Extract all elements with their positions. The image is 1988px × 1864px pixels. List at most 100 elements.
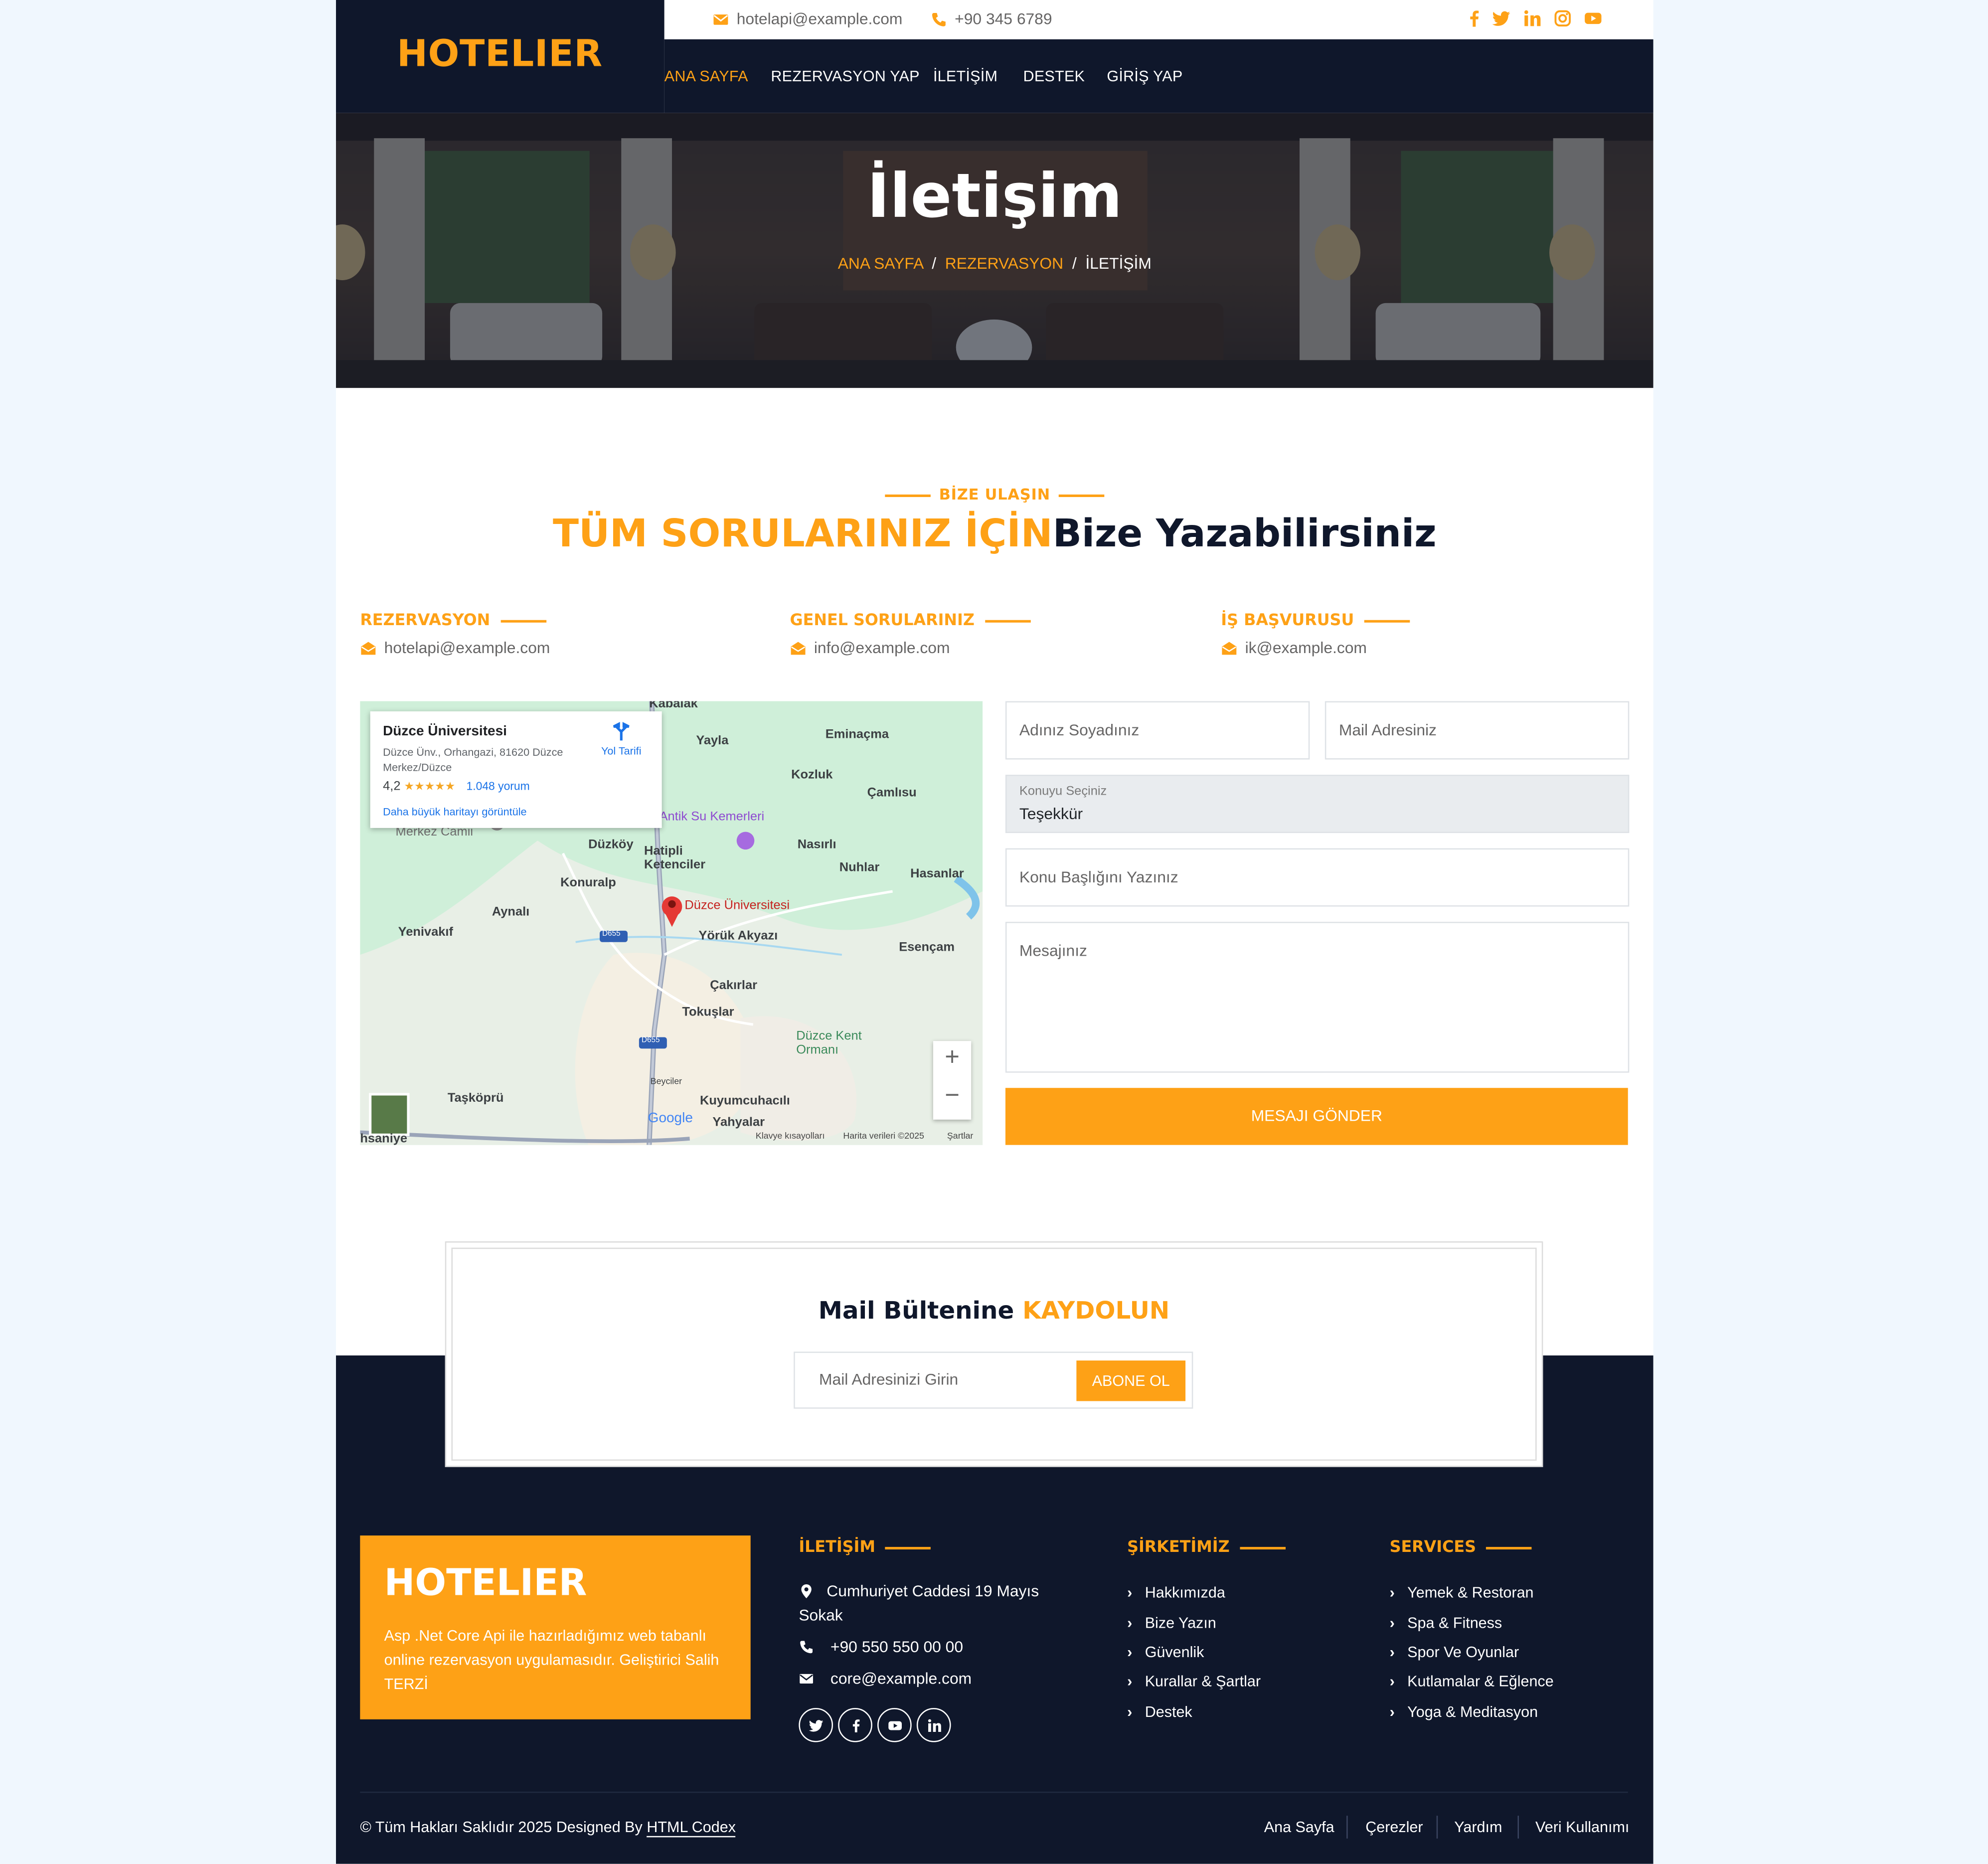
footer-brand-logo[interactable]: HOTELIER bbox=[384, 1561, 587, 1604]
bottom-link-help[interactable]: Yardım bbox=[1454, 1818, 1502, 1836]
name-field-placeholder: Adınız Soyadınız bbox=[1019, 721, 1140, 739]
footer-youtube-button[interactable] bbox=[877, 1707, 912, 1742]
phone-icon bbox=[932, 12, 946, 26]
nav-contact[interactable]: İLETİŞİM bbox=[933, 67, 997, 85]
map-reviews-link[interactable]: 1.048 yorum bbox=[466, 780, 529, 792]
footer-company-link[interactable]: › Bize Yazın bbox=[1127, 1614, 1216, 1632]
footer-company-link[interactable]: › Destek bbox=[1127, 1703, 1192, 1721]
top-email[interactable]: hotelapi@example.com bbox=[712, 10, 902, 28]
map-label: Esençam bbox=[899, 941, 955, 955]
map-keyboard-shortcuts[interactable]: Klavye kısayolları bbox=[756, 1132, 825, 1141]
newsletter-email-input[interactable]: Mail Adresinizi Girin bbox=[819, 1370, 958, 1388]
main-nav: ANA SAYFA REZERVASYON YAP İLETİŞİM DESTE… bbox=[664, 39, 1654, 113]
page-title: İletişim bbox=[867, 161, 1123, 232]
map-data-credit: Harita verileri ©2025 bbox=[843, 1132, 924, 1142]
top-phone[interactable]: +90 345 6789 bbox=[931, 10, 1052, 28]
contact-col-reservation-email[interactable]: hotelapi@example.com bbox=[360, 639, 550, 657]
map-terms-link[interactable]: Şartlar bbox=[947, 1132, 973, 1141]
send-message-button[interactable]: MESAJI GÖNDER bbox=[1005, 1088, 1628, 1145]
linkedin-icon[interactable] bbox=[1523, 9, 1542, 28]
map-label: Nuhlar bbox=[839, 860, 880, 875]
breadcrumb: ANA SAYFA / REZERVASYON / İLETİŞİM bbox=[336, 255, 1654, 273]
youtube-icon[interactable] bbox=[1584, 9, 1603, 28]
section-eyebrow: BİZE ULAŞIN bbox=[336, 486, 1654, 504]
footer-services-heading: SERVICES bbox=[1390, 1537, 1532, 1556]
contact-col-general-email[interactable]: info@example.com bbox=[790, 639, 950, 657]
envelope-open-icon bbox=[361, 641, 376, 655]
map-label: Taşköprü bbox=[447, 1091, 504, 1106]
footer-facebook-button[interactable] bbox=[838, 1707, 872, 1742]
map-label: hsaniye bbox=[360, 1132, 408, 1145]
footer-service-link[interactable]: › Yemek & Restoran bbox=[1390, 1584, 1534, 1602]
zoom-out-button[interactable]: − bbox=[933, 1082, 971, 1111]
twitter-icon[interactable] bbox=[1492, 9, 1511, 28]
youtube-icon bbox=[888, 1720, 901, 1730]
footer-service-link[interactable]: › Spor Ve Oyunlar bbox=[1390, 1643, 1519, 1661]
bottom-link-data-usage[interactable]: Veri Kullanımı bbox=[1535, 1818, 1629, 1836]
map-place-card: Düzce Üniversitesi Düzce Ünv., Orhangazi… bbox=[370, 711, 662, 828]
instagram-icon[interactable] bbox=[1553, 9, 1572, 28]
bottom-link-cookies[interactable]: Çerezler bbox=[1365, 1818, 1423, 1836]
footer-twitter-button[interactable] bbox=[799, 1707, 833, 1742]
google-logo: Google bbox=[648, 1111, 693, 1126]
copyright-link[interactable]: HTML Codex bbox=[647, 1818, 736, 1838]
footer-company-link[interactable]: › Hakkımızda bbox=[1127, 1584, 1225, 1602]
contact-email-text: hotelapi@example.com bbox=[384, 639, 550, 657]
name-field[interactable]: Adınız Soyadınız bbox=[1005, 701, 1310, 760]
nav-home[interactable]: ANA SAYFA bbox=[664, 67, 748, 85]
subject-select[interactable]: Konuyu Seçiniz Teşekkür bbox=[1005, 775, 1630, 834]
breadcrumb-home[interactable]: ANA SAYFA bbox=[838, 255, 923, 273]
contact-col-label: REZERVASYON bbox=[360, 610, 491, 629]
chevron-right-icon: › bbox=[1127, 1672, 1133, 1691]
map-label: Hatipli Ketenciler bbox=[644, 844, 706, 872]
footer-email[interactable]: core@example.com bbox=[799, 1668, 1078, 1692]
bottom-link-separator bbox=[1346, 1816, 1348, 1839]
footer-service-link[interactable]: › Yoga & Meditasyon bbox=[1390, 1703, 1538, 1721]
facebook-icon[interactable] bbox=[1465, 9, 1484, 28]
footer-link-text: Güvenlik bbox=[1145, 1643, 1204, 1661]
map-directions-button[interactable]: Yol Tarifi bbox=[596, 721, 647, 757]
footer-link-text: Bize Yazın bbox=[1145, 1614, 1216, 1632]
brand-logo[interactable]: HOTELIER bbox=[397, 32, 603, 75]
email-field[interactable]: Mail Adresiniz bbox=[1325, 701, 1630, 760]
footer-link-text: Yemek & Restoran bbox=[1407, 1583, 1534, 1602]
map-label: Düzce Kent Ormanı bbox=[796, 1029, 862, 1058]
message-textarea[interactable]: Mesajınız bbox=[1005, 922, 1630, 1073]
breadcrumb-reservation[interactable]: REZERVASYON bbox=[945, 255, 1063, 273]
linkedin-icon bbox=[927, 1718, 941, 1731]
subject-title-field[interactable]: Konu Başlığını Yazınız bbox=[1005, 848, 1630, 907]
footer-linkedin-button[interactable] bbox=[916, 1707, 951, 1742]
nav-login[interactable]: GİRİŞ YAP bbox=[1107, 67, 1182, 85]
nav-reservation[interactable]: REZERVASYON YAP bbox=[771, 67, 919, 85]
subscribe-button[interactable]: ABONE OL bbox=[1076, 1360, 1186, 1401]
chevron-right-icon: › bbox=[1389, 1672, 1395, 1691]
envelope-icon bbox=[800, 1674, 813, 1684]
map-label: Nasırlı bbox=[797, 838, 836, 852]
map-marker-label[interactable]: Düzce Üniversitesi bbox=[684, 899, 790, 913]
chevron-right-icon: › bbox=[1389, 1643, 1395, 1661]
facebook-icon bbox=[852, 1718, 859, 1732]
map-label: Yayla bbox=[696, 734, 729, 748]
contact-col-label: GENEL SORULARINIZ bbox=[790, 610, 975, 629]
message-placeholder: Mesajınız bbox=[1019, 942, 1087, 960]
map-larger-link[interactable]: Daha büyük haritayı görüntüle bbox=[383, 805, 526, 818]
map-directions-label: Yol Tarifi bbox=[601, 744, 642, 757]
directions-icon bbox=[613, 722, 630, 741]
google-map-embed[interactable]: Kabalak Yayla Eminaçma Kozluk Çamlısu An… bbox=[360, 701, 983, 1145]
brand-box[interactable]: HOTELIER bbox=[336, 0, 664, 113]
footer-company-link[interactable]: › Güvenlik bbox=[1127, 1643, 1204, 1661]
map-label: Kuyumcuhacılı bbox=[699, 1094, 790, 1108]
breadcrumb-separator: / bbox=[927, 255, 941, 273]
zoom-in-button[interactable]: + bbox=[933, 1043, 971, 1072]
email-field-placeholder: Mail Adresiniz bbox=[1338, 721, 1437, 739]
footer-company-link[interactable]: › Kurallar & Şartlar bbox=[1127, 1673, 1261, 1691]
bottom-link-home[interactable]: Ana Sayfa bbox=[1264, 1818, 1334, 1836]
nav-support[interactable]: DESTEK bbox=[1023, 67, 1085, 85]
footer-service-link[interactable]: › Spa & Fitness bbox=[1390, 1614, 1502, 1632]
footer-service-link[interactable]: › Kutlamalar & Eğlence bbox=[1390, 1673, 1554, 1691]
hero-background-image bbox=[336, 113, 1654, 388]
chevron-right-icon: › bbox=[1389, 1614, 1395, 1632]
footer-phone[interactable]: +90 550 550 00 00 bbox=[799, 1636, 1078, 1660]
contact-col-job-email[interactable]: ik@example.com bbox=[1221, 639, 1367, 657]
section-eyebrow-text: BİZE ULAŞIN bbox=[939, 486, 1050, 504]
